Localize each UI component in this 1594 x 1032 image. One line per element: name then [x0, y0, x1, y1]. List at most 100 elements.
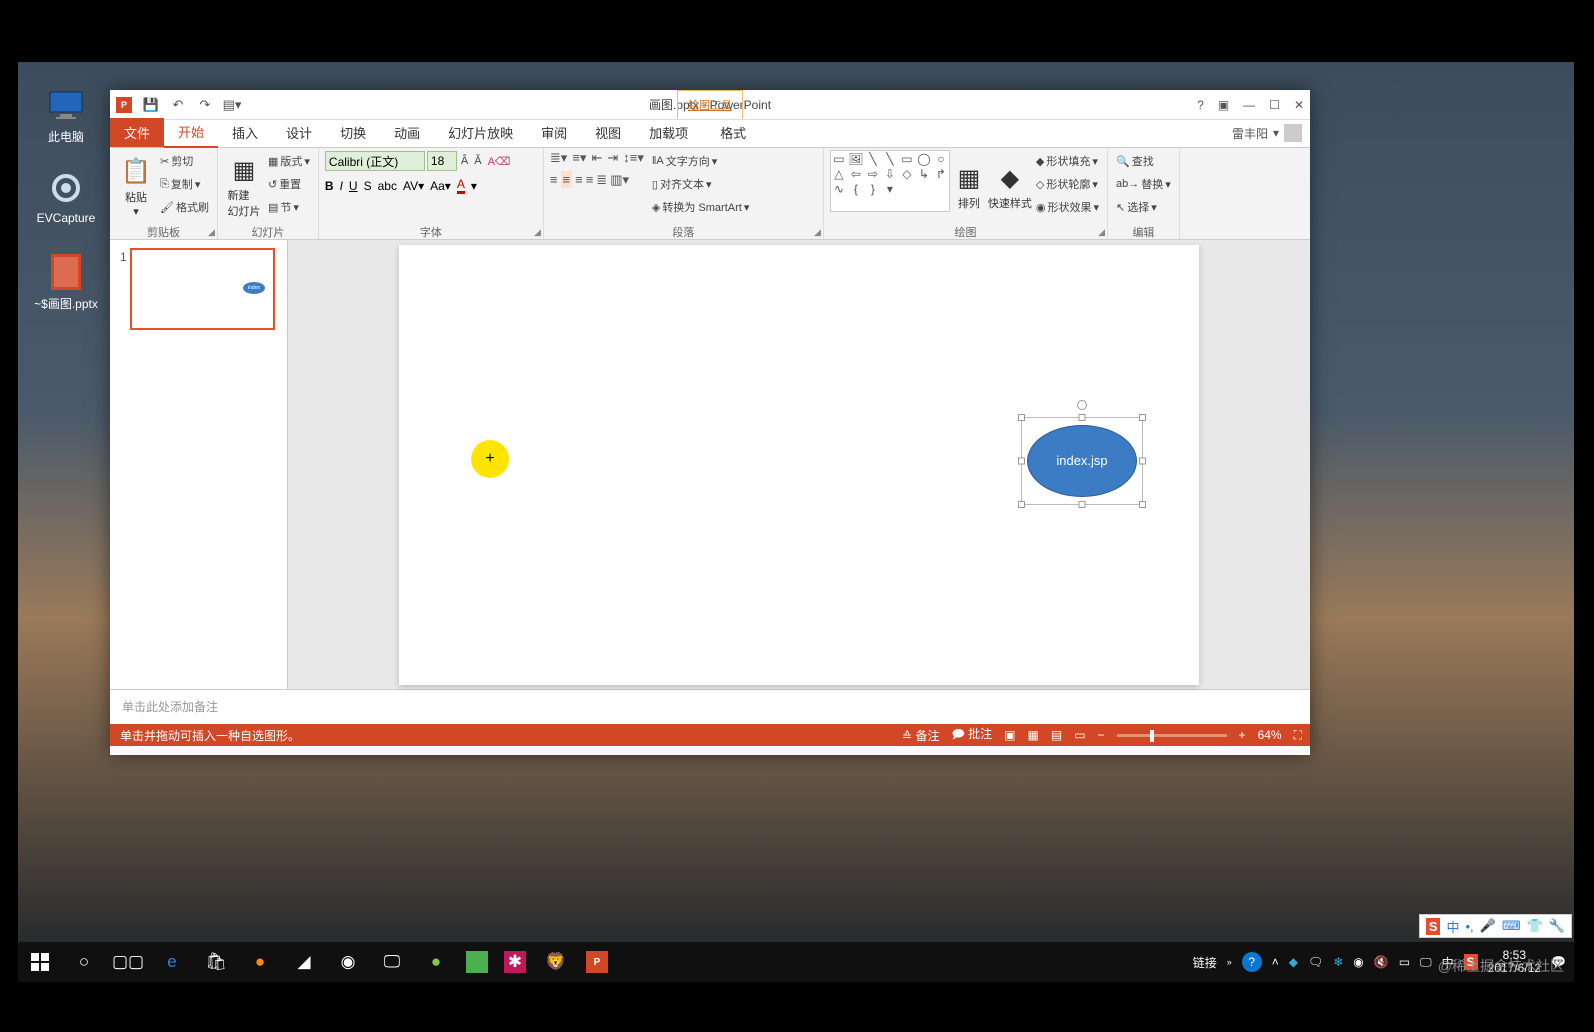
zoom-level[interactable]: 64%	[1258, 728, 1282, 742]
shape-brace-l-icon[interactable]: {	[849, 182, 863, 196]
convert-smartart-button[interactable]: ◈ 转换为 SmartArt ▾	[650, 196, 751, 218]
shape-effects-button[interactable]: ◉ 形状效果 ▾	[1034, 196, 1101, 218]
align-left-icon[interactable]: ≡	[550, 172, 558, 187]
shape-conn2-icon[interactable]: ↱	[934, 167, 948, 181]
shapes-gallery[interactable]: ▭🖼╲╲▭◯ ○△⇦⇨⇩◇ ↳↱∿{}▾	[830, 150, 950, 212]
notes-pane[interactable]: 单击此处添加备注	[110, 689, 1310, 724]
decrease-font-icon[interactable]: Ǎ	[472, 150, 483, 172]
firefox-icon[interactable]: ●	[246, 948, 274, 976]
resize-handle[interactable]	[1018, 501, 1025, 508]
tray-icon-3[interactable]: ❄	[1333, 955, 1343, 969]
minimize-icon[interactable]: —	[1243, 98, 1255, 112]
resize-handle[interactable]	[1079, 501, 1086, 508]
taskview-icon[interactable]: ▢▢	[114, 948, 142, 976]
resize-handle[interactable]	[1018, 457, 1025, 464]
tab-slideshow[interactable]: 幻灯片放映	[434, 118, 527, 147]
resize-handle[interactable]	[1079, 414, 1086, 421]
start-button[interactable]	[26, 948, 54, 976]
dialog-launcher-icon[interactable]: ◢	[1098, 227, 1105, 238]
tab-insert[interactable]: 插入	[218, 118, 272, 147]
find-button[interactable]: 🔍 查找	[1114, 150, 1173, 172]
tab-view[interactable]: 视图	[581, 118, 635, 147]
dialog-launcher-icon[interactable]: ◢	[814, 227, 821, 238]
underline-icon[interactable]: U	[349, 179, 358, 193]
tab-home[interactable]: 开始	[164, 117, 218, 148]
number-list-icon[interactable]: ≡▾	[572, 150, 586, 166]
shape-diamond-icon[interactable]: ◇	[900, 167, 914, 181]
resize-handle[interactable]	[1018, 414, 1025, 421]
tab-file[interactable]: 文件	[110, 118, 164, 147]
reading-view-icon[interactable]: ▤	[1051, 728, 1062, 742]
shape-outline-button[interactable]: ◇ 形状轮廓 ▾	[1034, 173, 1101, 195]
notes-toggle[interactable]: ≙ 备注	[902, 727, 939, 744]
comments-toggle[interactable]: 🗩 批注	[951, 725, 992, 746]
tab-transition[interactable]: 切换	[326, 118, 380, 147]
ime-punct-icon[interactable]: •,	[1466, 919, 1474, 934]
shape-fill-button[interactable]: ◆ 形状填充 ▾	[1034, 150, 1101, 172]
shape-triangle-icon[interactable]: △	[832, 167, 846, 181]
tray-icon-1[interactable]: ◆	[1289, 955, 1298, 969]
reset-button[interactable]: ↺ 重置	[266, 173, 312, 195]
ellipse-shape[interactable]: index.jsp	[1027, 425, 1137, 497]
ime-mic-icon[interactable]: 🎤	[1480, 918, 1496, 934]
taskbar-powerpoint-icon[interactable]: P	[586, 951, 608, 973]
tab-design[interactable]: 设计	[272, 118, 326, 147]
shape-line2-icon[interactable]: ╲	[883, 152, 897, 166]
store-icon[interactable]: 🛍	[202, 948, 230, 976]
tray-icon-5[interactable]: ▭	[1399, 955, 1410, 969]
tray-icon-6[interactable]: 🖵	[1420, 955, 1432, 970]
shape-line-icon[interactable]: ╲	[866, 152, 880, 166]
desktop-icon-evcapture[interactable]: EVCapture	[30, 168, 102, 225]
rotation-handle[interactable]	[1077, 400, 1087, 410]
dialog-launcher-icon[interactable]: ◢	[534, 227, 541, 238]
justify-icon[interactable]: ≡	[586, 172, 594, 187]
slide[interactable]: + index.jsp	[399, 245, 1199, 685]
font-color-icon[interactable]: A	[457, 177, 465, 194]
bold-icon[interactable]: B	[325, 179, 334, 193]
copy-button[interactable]: ⎘复制 ▾	[158, 173, 211, 195]
user-account[interactable]: 雷丰阳 ▾	[1232, 124, 1302, 142]
line-spacing-icon[interactable]: ↕≡▾	[623, 150, 644, 166]
paste-button[interactable]: 📋粘贴▾	[116, 150, 156, 222]
cut-button[interactable]: ✂剪切	[158, 150, 211, 172]
shape-rect-icon[interactable]: ▭	[900, 152, 914, 166]
volume-icon[interactable]: 🔇	[1374, 955, 1389, 969]
normal-view-icon[interactable]: ▣	[1004, 728, 1015, 742]
ime-keyboard-icon[interactable]: ⌨	[1502, 918, 1521, 934]
shape-brace-r-icon[interactable]: }	[866, 182, 880, 196]
slide-thumbnails-pane[interactable]: 1 index	[110, 240, 288, 689]
xmind-icon[interactable]: ✱	[504, 951, 526, 973]
shadow-icon[interactable]: abc	[378, 179, 397, 193]
shape-oval-icon[interactable]: ◯	[917, 152, 931, 166]
slide-canvas-area[interactable]: + index.jsp	[288, 240, 1310, 689]
ime-skin-icon[interactable]: 👕	[1527, 918, 1543, 934]
zoom-in-icon[interactable]: +	[1239, 728, 1246, 742]
shape-arrow-d-icon[interactable]: ⇩	[883, 167, 897, 181]
tray-icon-4[interactable]: ◉	[1353, 955, 1363, 969]
app-icon-5[interactable]: 🦁	[542, 948, 570, 976]
tab-format[interactable]: 格式	[706, 118, 760, 147]
align-text-button[interactable]: ▯ 对齐文本 ▾	[650, 173, 751, 195]
tab-addins[interactable]: 加载项	[635, 118, 702, 147]
app-icon-4[interactable]	[466, 951, 488, 973]
shape-picture-icon[interactable]: 🖼	[849, 152, 863, 166]
format-painter-button[interactable]: 🖌格式刷	[158, 196, 211, 218]
tray-icon-2[interactable]: 🗨	[1308, 955, 1323, 969]
help-tray-icon[interactable]: ?	[1242, 952, 1262, 972]
tray-chevron-icon[interactable]: ˄	[1272, 955, 1279, 969]
sogou-icon[interactable]: S	[1426, 918, 1441, 935]
font-family-select[interactable]	[325, 151, 425, 171]
title-bar[interactable]: P 💾 ↶ ↷ ▤▾ 画图.pptx - PowerPoint 绘图工具 ? ▣…	[110, 90, 1310, 120]
increase-font-icon[interactable]: Â	[459, 150, 470, 172]
slideshow-view-icon[interactable]: ▭	[1074, 728, 1085, 742]
zoom-slider[interactable]	[1117, 734, 1227, 737]
close-icon[interactable]: ✕	[1294, 98, 1304, 112]
columns-icon[interactable]: ▥▾	[610, 172, 629, 188]
clear-format-icon[interactable]: A⌫	[486, 150, 513, 172]
resize-handle[interactable]	[1139, 457, 1146, 464]
char-spacing-icon[interactable]: AV▾	[403, 179, 424, 193]
app-icon-2[interactable]: 🖵	[378, 948, 406, 976]
shape-arrow-l-icon[interactable]: ⇦	[849, 167, 863, 181]
link-label[interactable]: 链接	[1193, 954, 1217, 971]
layout-button[interactable]: ▦ 版式 ▾	[266, 150, 312, 172]
